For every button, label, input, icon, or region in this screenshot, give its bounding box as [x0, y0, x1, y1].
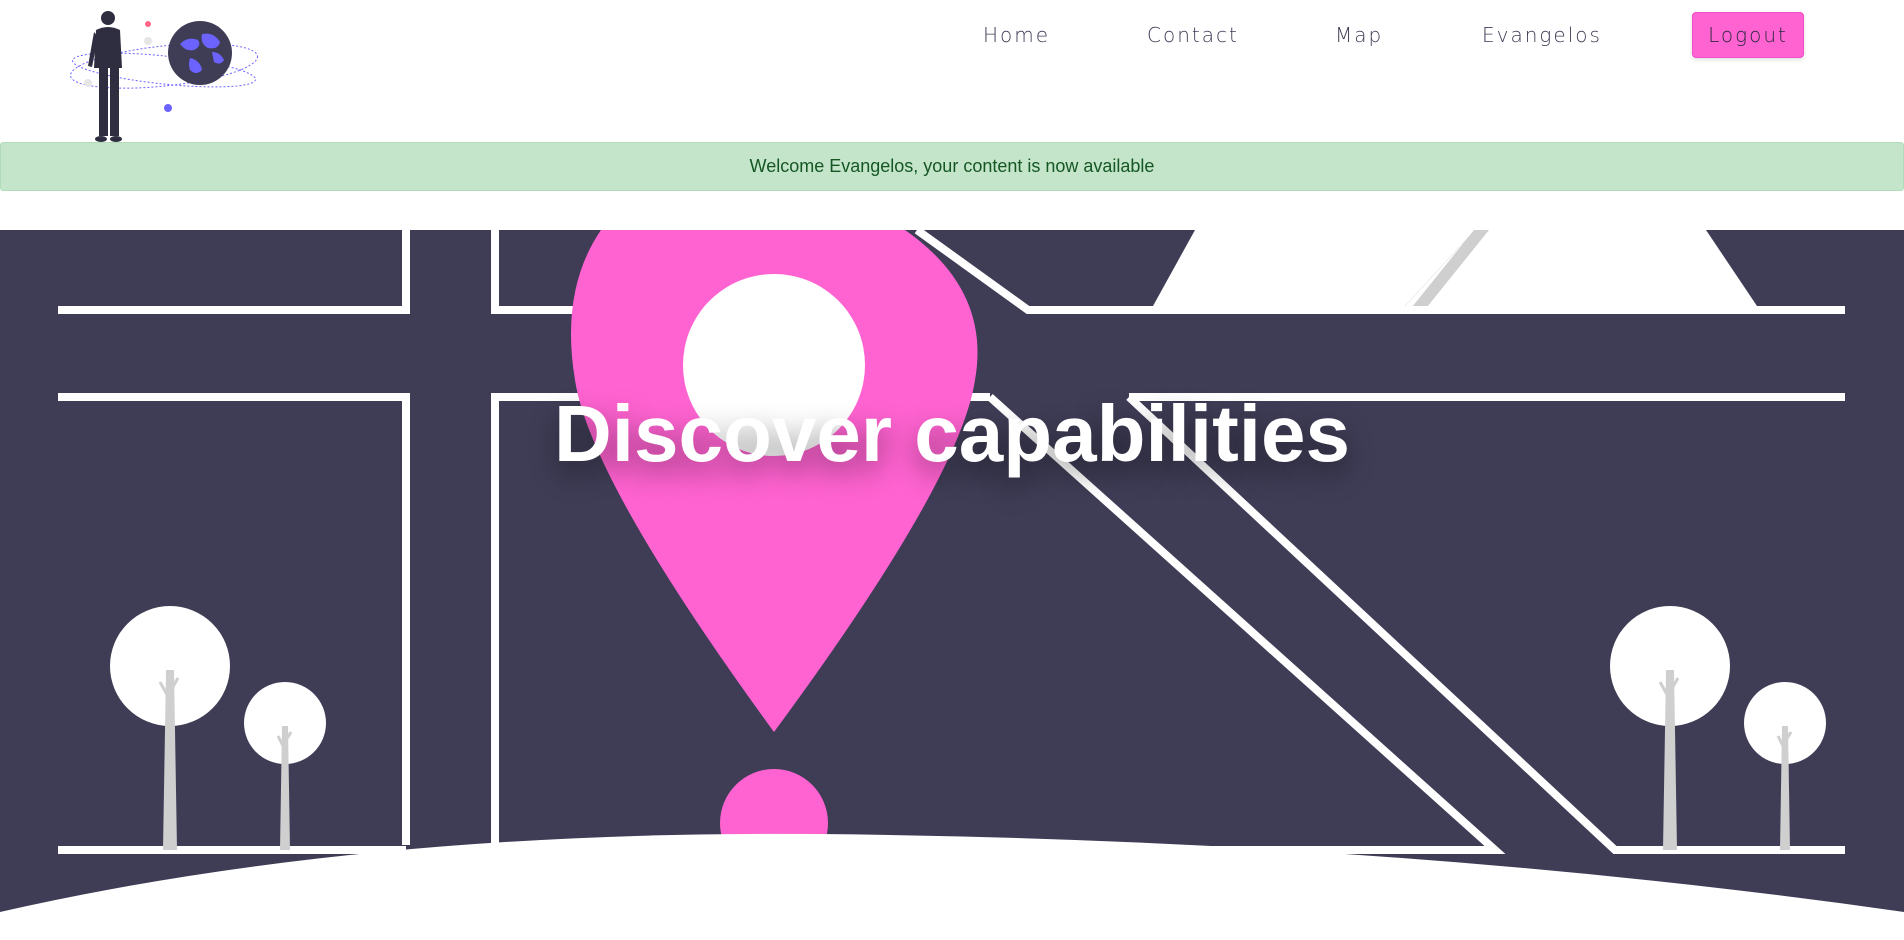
map-illustration	[0, 230, 1904, 940]
logo-illustration[interactable]	[66, 8, 262, 148]
welcome-message: Welcome Evangelos, your content is now a…	[749, 156, 1155, 176]
welcome-alert: Welcome Evangelos, your content is now a…	[0, 142, 1904, 191]
navbar: Home Contact Map Evangelos Logout	[0, 0, 1904, 142]
hero-title: Discover capabilities	[554, 389, 1350, 478]
nav-link-contact[interactable]: Contact	[1147, 23, 1239, 47]
nav-link-map[interactable]: Map	[1335, 23, 1383, 47]
nav-link-user[interactable]: Evangelos	[1482, 23, 1602, 47]
logout-button[interactable]: Logout	[1692, 12, 1804, 58]
hero-section: Discover capabilities	[0, 230, 1904, 940]
nav-link-home[interactable]: Home	[983, 23, 1050, 47]
